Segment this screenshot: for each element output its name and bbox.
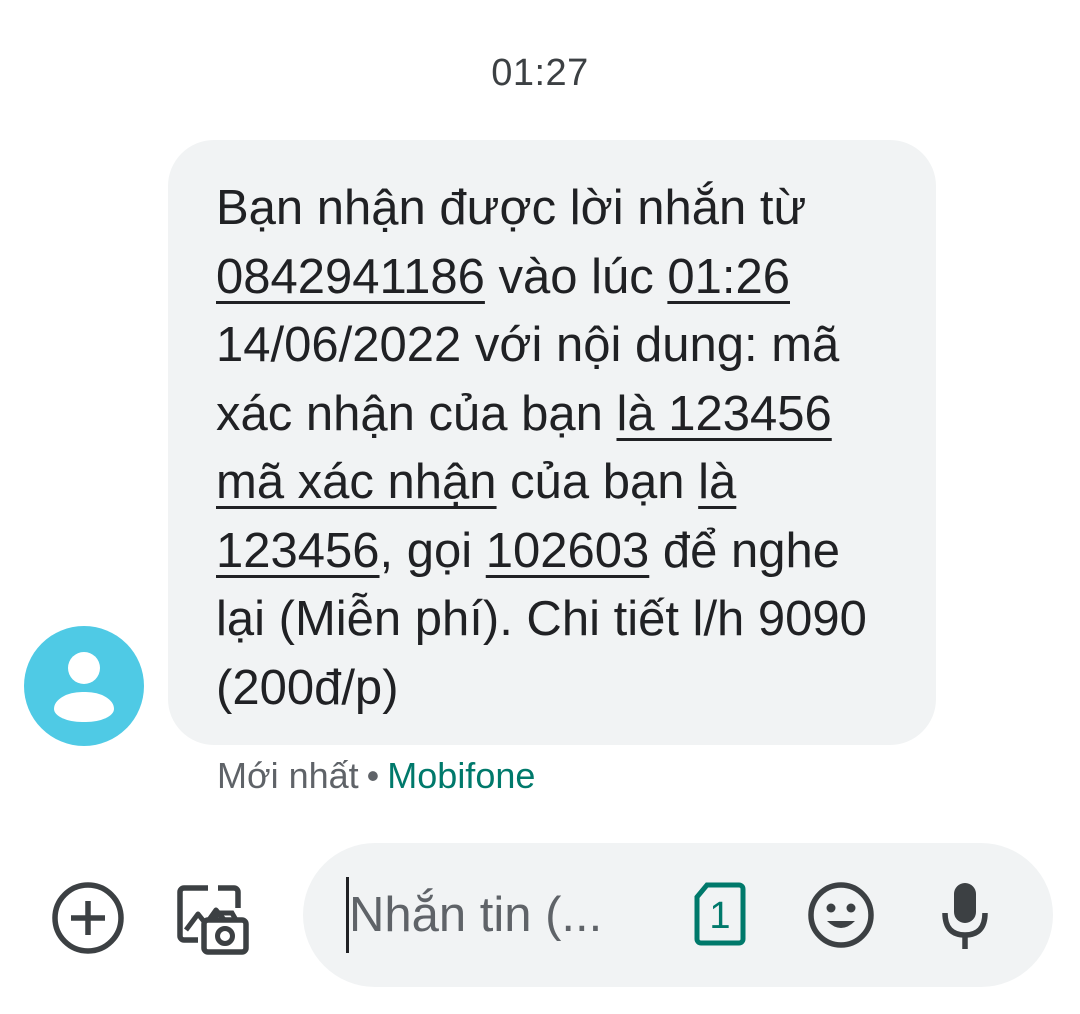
meta-separator: • bbox=[366, 755, 380, 796]
message-segment: của bạn bbox=[496, 455, 699, 509]
message-segment: , gọi bbox=[379, 523, 486, 578]
conversation-screen: 01:27 Bạn nhận được lời nhắn từ 08429411… bbox=[0, 0, 1080, 1014]
sim-label: Mobifone bbox=[387, 755, 536, 796]
message-segment: Bạn nhận được lời nhắn từ bbox=[216, 181, 807, 235]
add-media-button[interactable] bbox=[172, 878, 252, 958]
message-text: Bạn nhận được lời nhắn từ 0842941186 vào… bbox=[216, 174, 896, 722]
emoji-button[interactable] bbox=[803, 877, 879, 953]
message-timestamp: 01:27 bbox=[491, 52, 589, 94]
emoji-icon bbox=[808, 882, 874, 948]
sim-select-button[interactable]: 1 bbox=[687, 881, 753, 947]
message-segment: vào lúc bbox=[484, 249, 668, 304]
message-status: Mới nhất bbox=[217, 755, 359, 796]
message-link[interactable]: 0842941186 bbox=[216, 250, 485, 304]
add-circle-icon bbox=[52, 882, 124, 954]
message-link[interactable]: 102603 bbox=[486, 524, 650, 578]
person-head-shape bbox=[68, 652, 100, 684]
message-meta: Mới nhất • Mobifone bbox=[217, 755, 535, 797]
voice-input-button[interactable] bbox=[935, 877, 995, 953]
message-input[interactable] bbox=[349, 883, 649, 947]
sim-slot-number: 1 bbox=[709, 894, 731, 937]
incoming-message-bubble[interactable]: Bạn nhận được lời nhắn từ 0842941186 vào… bbox=[168, 140, 936, 745]
contact-avatar[interactable] bbox=[24, 626, 144, 746]
microphone-icon bbox=[942, 883, 988, 949]
message-link[interactable]: 01:26 bbox=[667, 250, 790, 304]
person-body-shape bbox=[54, 692, 114, 722]
compose-bar[interactable]: 1 bbox=[303, 843, 1053, 987]
add-attachment-button[interactable] bbox=[48, 878, 128, 958]
add-photo-icon bbox=[177, 885, 249, 955]
